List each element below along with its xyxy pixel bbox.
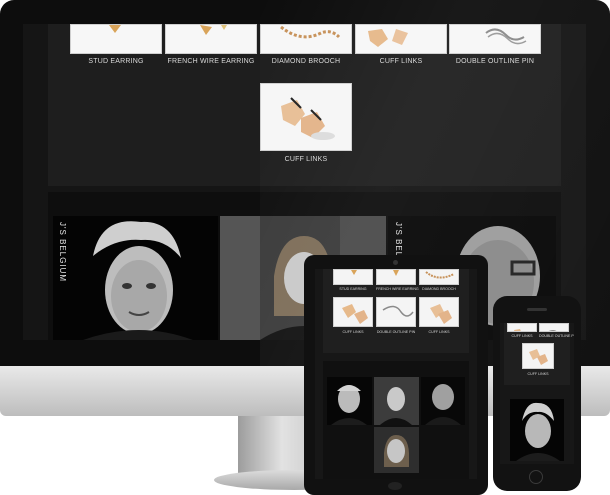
cuff-links-photo-icon bbox=[356, 25, 446, 53]
phone-thumb-featured[interactable] bbox=[522, 343, 554, 369]
tablet-caption-1: STUD EARRING bbox=[339, 287, 367, 291]
product-thumb-french-wire-earring[interactable] bbox=[165, 24, 257, 54]
tablet-thumb-3[interactable] bbox=[419, 269, 459, 285]
product-thumb-cuff-links-featured[interactable] bbox=[260, 83, 352, 151]
stud-earring-photo-icon bbox=[71, 25, 161, 53]
product-grid-panel: STUD EARRING FRENCH WIRE EARRING DIAMOND… bbox=[48, 24, 561, 186]
cuff-links-photo-icon bbox=[261, 84, 351, 150]
cuff-links-photo-icon bbox=[529, 349, 548, 365]
caption-cuff-links-featured: CUFF LINKS bbox=[284, 156, 328, 163]
caption-stud-earring: STUD EARRING bbox=[88, 58, 144, 65]
product-thumb-double-outline-pin[interactable] bbox=[449, 24, 541, 54]
cuff-links-photo-icon bbox=[514, 329, 521, 331]
phone-caption-2: DOUBLE OUTLINE PIN bbox=[539, 334, 574, 338]
tablet-thumb-6[interactable] bbox=[419, 297, 459, 327]
portrait-bald-man-photo-icon bbox=[421, 377, 465, 425]
phone-screen: CUFF LINKS DOUBLE OUTLINE PIN CUFF LINKS bbox=[500, 323, 574, 464]
tablet-home-button[interactable] bbox=[388, 482, 402, 490]
tablet-caption-5: DOUBLE OUTLINE PIN bbox=[376, 330, 416, 334]
cuff-links-photo-icon bbox=[342, 304, 368, 324]
portrait-man-white-hair[interactable] bbox=[53, 216, 218, 340]
portrait-woman-photo-icon bbox=[374, 427, 419, 473]
cuff-links-photo-icon bbox=[430, 304, 452, 324]
tablet-device: STUD EARRING FRENCH WIRE EARRING DIAMOND… bbox=[304, 255, 488, 495]
caption-french-wire-earring: FRENCH WIRE EARRING bbox=[167, 58, 255, 65]
diamond-brooch-photo-icon bbox=[261, 25, 351, 53]
product-thumb-diamond-brooch[interactable] bbox=[260, 24, 352, 54]
french-wire-earring-photo-icon bbox=[393, 270, 399, 276]
caption-double-outline-pin: DOUBLE OUTLINE PIN bbox=[455, 58, 535, 65]
tablet-camera-icon bbox=[393, 260, 398, 265]
phone-thumb-2[interactable] bbox=[539, 323, 569, 332]
portrait-woman-photo-icon bbox=[374, 377, 419, 425]
tablet-caption-4: CUFF LINKS bbox=[342, 330, 364, 334]
phone-device: CUFF LINKS DOUBLE OUTLINE PIN CUFF LINKS bbox=[493, 296, 581, 491]
product-thumb-cuff-links[interactable] bbox=[355, 24, 447, 54]
tablet-portrait-1[interactable] bbox=[327, 377, 372, 425]
tablet-thumb-4[interactable] bbox=[333, 297, 373, 327]
french-wire-earring-photo-icon bbox=[166, 25, 256, 53]
caption-diamond-brooch: DIAMOND BROOCH bbox=[271, 58, 341, 65]
phone-caption-featured: CUFF LINKS bbox=[527, 372, 549, 376]
tablet-caption-3: DIAMOND BROOCH bbox=[422, 287, 456, 291]
portrait-label-1: J'S BELGIUM bbox=[58, 222, 67, 283]
tablet-portrait-4[interactable] bbox=[374, 427, 419, 473]
tablet-screen: STUD EARRING FRENCH WIRE EARRING DIAMOND… bbox=[315, 269, 477, 479]
phone-portrait[interactable] bbox=[510, 399, 564, 461]
double-outline-pin-photo-icon bbox=[382, 305, 414, 317]
caption-cuff-links: CUFF LINKS bbox=[379, 58, 423, 65]
tablet-thumb-5[interactable] bbox=[376, 297, 416, 327]
tablet-portrait-2[interactable] bbox=[374, 377, 419, 425]
phone-home-button[interactable] bbox=[529, 470, 543, 484]
tablet-caption-2: FRENCH WIRE EARRING bbox=[376, 287, 419, 291]
tablet-portrait-3[interactable] bbox=[421, 377, 465, 425]
portrait-man-photo-icon bbox=[510, 399, 564, 461]
phone-caption-1: CUFF LINKS bbox=[511, 334, 533, 338]
tablet-thumb-2[interactable] bbox=[376, 269, 416, 285]
tablet-caption-6: CUFF LINKS bbox=[428, 330, 450, 334]
tablet-thumb-1[interactable] bbox=[333, 269, 373, 285]
double-outline-pin-photo-icon bbox=[548, 330, 557, 331]
double-outline-pin-photo-icon bbox=[450, 25, 540, 53]
product-thumb-stud-earring[interactable] bbox=[70, 24, 162, 54]
tablet-product-panel: STUD EARRING FRENCH WIRE EARRING DIAMOND… bbox=[323, 269, 469, 353]
stud-earring-photo-icon bbox=[351, 270, 357, 275]
tablet-portraits-panel bbox=[323, 361, 469, 479]
phone-thumb-1[interactable] bbox=[507, 323, 537, 332]
phone-product-panel: CUFF LINKS DOUBLE OUTLINE PIN CUFF LINKS bbox=[504, 323, 574, 385]
diamond-brooch-photo-icon bbox=[425, 271, 455, 279]
portrait-man-photo-icon bbox=[327, 377, 372, 425]
portrait-man-photo-icon bbox=[53, 216, 218, 340]
phone-speaker-icon bbox=[527, 308, 547, 311]
